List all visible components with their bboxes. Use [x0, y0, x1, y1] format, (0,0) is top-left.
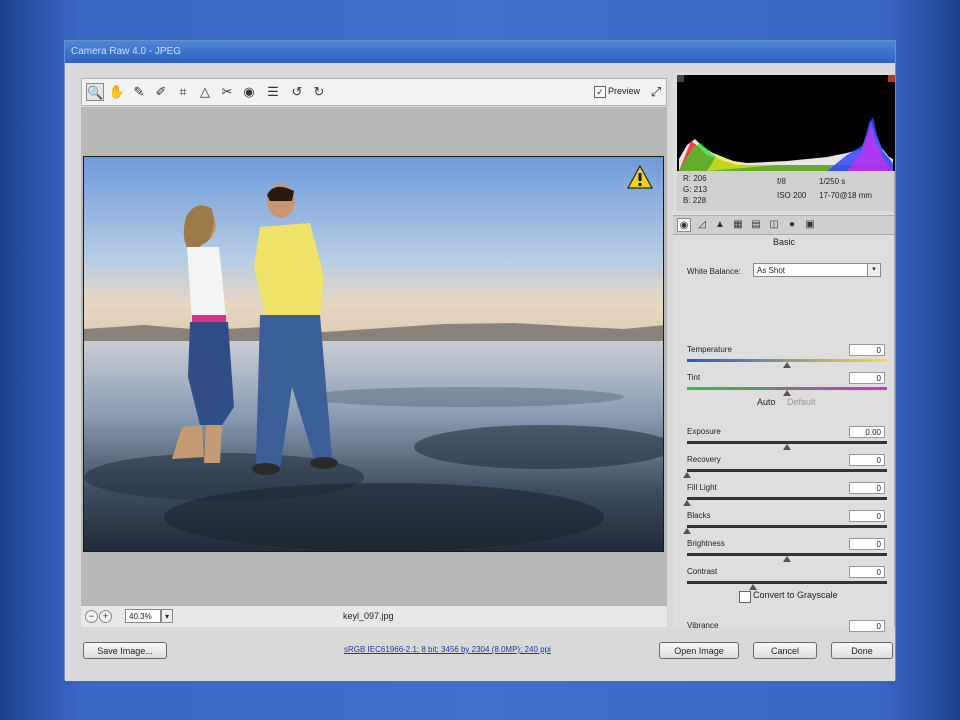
brightness-slider-thumb[interactable]: [783, 556, 791, 562]
recovery-slider-thumb[interactable]: [683, 472, 691, 478]
brightness-label: Brightness: [687, 539, 725, 548]
red-eye-tool-icon[interactable]: ◉: [240, 83, 258, 101]
highlight-clipping-warning-icon[interactable]: [627, 165, 653, 189]
recovery-value[interactable]: 0: [849, 454, 885, 466]
hand-tool-icon[interactable]: ✋: [108, 83, 126, 101]
zoom-tool-icon[interactable]: 🔍: [86, 83, 104, 101]
done-button[interactable]: Done: [831, 642, 893, 659]
histogram: [677, 75, 895, 171]
fill-light-slider-thumb[interactable]: [683, 500, 691, 506]
contrast-value[interactable]: 0: [849, 566, 885, 578]
rotate-left-icon[interactable]: ↺: [288, 83, 306, 101]
exposure-slider-thumb[interactable]: [783, 444, 791, 450]
readout-b: B: 228: [683, 196, 707, 205]
color-sampler-tool-icon[interactable]: ✐: [152, 83, 170, 101]
readout-r: R: 206: [683, 174, 707, 183]
fill-light-slider[interactable]: [687, 497, 887, 500]
contrast-label: Contrast: [687, 567, 718, 576]
highlight-clipping-indicator: [888, 75, 895, 82]
white-balance-tool-icon[interactable]: ✎: [130, 83, 148, 101]
beach-couple-photo: [84, 157, 663, 551]
shadow-clipping-indicator: [677, 75, 684, 82]
default-link[interactable]: Default: [787, 397, 816, 407]
fill-light-value[interactable]: 0: [849, 482, 885, 494]
tab-basic-icon[interactable]: ◉: [677, 218, 691, 232]
blacks-slider[interactable]: [687, 525, 887, 528]
tint-label: Tint: [687, 373, 701, 382]
exposure-label: Exposure: [687, 427, 721, 436]
fill-light-label: Fill Light: [687, 483, 717, 492]
temperature-slider-thumb[interactable]: [783, 362, 791, 368]
convert-to-grayscale-checkbox[interactable]: [739, 591, 751, 603]
window-title: Camera Raw 4.0 - JPEG: [65, 41, 895, 63]
status-bar: − + 40.3% ▾ keyl_097.jpg: [81, 605, 667, 627]
adjustments-panel: R: 206 G: 213 B: 228 f/8 1/250 s ISO 200…: [673, 71, 895, 672]
vibrance-value[interactable]: 0: [849, 620, 885, 632]
cancel-button[interactable]: Cancel: [753, 642, 817, 659]
readout-lens: 17-70@18 mm: [819, 191, 873, 200]
white-balance-label: White Balance:: [687, 267, 741, 276]
blacks-slider-thumb[interactable]: [683, 528, 691, 534]
temperature-label: Temperature: [687, 345, 732, 354]
zoom-level-field[interactable]: 40.3%: [125, 609, 161, 623]
readout-shutter: 1/250 s: [819, 177, 846, 186]
camera-raw-window: Camera Raw 4.0 - JPEG ✓ Preview ⤢ 🔍 ✋ ✎ ✐ ⌗ △…: [64, 40, 896, 681]
rgb-readout: R: 206 G: 213 B: 228 f/8 1/250 s ISO 200…: [677, 171, 895, 211]
crop-tool-icon[interactable]: ⌗: [174, 83, 192, 101]
tab-detail-icon[interactable]: ▲: [713, 218, 727, 232]
workflow-options-link[interactable]: sRGB IEC61966-2.1; 8 bit; 3456 by 2304 (…: [344, 645, 551, 654]
blacks-label: Blacks: [687, 511, 711, 520]
open-image-button[interactable]: Open Image: [659, 642, 739, 659]
contrast-slider[interactable]: [687, 581, 887, 584]
bottom-bar: Save Image... sRGB IEC61966-2.1; 8 bit; …: [65, 633, 895, 681]
convert-to-grayscale-label: Convert to Grayscale: [753, 590, 838, 600]
white-balance-value: As Shot: [757, 266, 786, 275]
zoom-out-icon[interactable]: −: [85, 610, 98, 623]
vibrance-label: Vibrance: [687, 621, 719, 630]
image-canvas: [81, 107, 667, 605]
readout-iso: ISO 200: [777, 191, 807, 200]
tab-split-toning-icon[interactable]: ▤: [749, 218, 763, 232]
tab-camera-calibration-icon[interactable]: ●: [785, 218, 799, 232]
brightness-value[interactable]: 0: [849, 538, 885, 550]
tab-hsl-icon[interactable]: ▦: [731, 218, 745, 232]
toolbar: ✓ Preview ⤢ 🔍 ✋ ✎ ✐ ⌗ △ ✂ ◉ ☰ ↺ ↻: [81, 78, 667, 106]
recovery-label: Recovery: [687, 455, 721, 464]
fullscreen-icon[interactable]: ⤢: [647, 83, 665, 101]
zoom-dropdown-icon[interactable]: ▾: [161, 609, 173, 623]
preferences-icon[interactable]: ☰: [264, 83, 282, 101]
readout-aperture: f/8: [777, 177, 786, 186]
rotate-right-icon[interactable]: ↻: [310, 83, 328, 101]
tab-presets-icon[interactable]: ▣: [803, 218, 817, 232]
panel-scrollbar[interactable]: [894, 171, 895, 627]
blacks-value[interactable]: 0: [849, 510, 885, 522]
readout-g: G: 213: [683, 185, 708, 194]
photo-preview: [83, 156, 664, 552]
tint-value[interactable]: 0: [849, 372, 885, 384]
tint-slider-thumb[interactable]: [783, 390, 791, 396]
temperature-value[interactable]: 0: [849, 344, 885, 356]
tab-lens-corrections-icon[interactable]: ◫: [767, 218, 781, 232]
save-image-button[interactable]: Save Image...: [83, 642, 167, 659]
panel-tabs: ◉ ◿ ▲ ▦ ▤ ◫ ● ▣: [673, 215, 895, 235]
zoom-in-icon[interactable]: +: [99, 610, 112, 623]
retouch-tool-icon[interactable]: ✂: [218, 83, 236, 101]
auto-link[interactable]: Auto: [757, 397, 776, 407]
straighten-tool-icon[interactable]: △: [196, 83, 214, 101]
panel-title: Basic: [772, 237, 795, 247]
chevron-down-icon: ▾: [867, 264, 880, 276]
tab-tone-curve-icon[interactable]: ◿: [695, 218, 709, 232]
white-balance-select[interactable]: As Shot ▾: [753, 263, 881, 277]
exposure-value[interactable]: 0.00: [849, 426, 885, 438]
recovery-slider[interactable]: [687, 469, 887, 472]
preview-label: Preview: [608, 86, 641, 96]
image-filename: keyl_097.jpg: [343, 611, 394, 621]
preview-checkbox[interactable]: ✓: [594, 86, 606, 98]
